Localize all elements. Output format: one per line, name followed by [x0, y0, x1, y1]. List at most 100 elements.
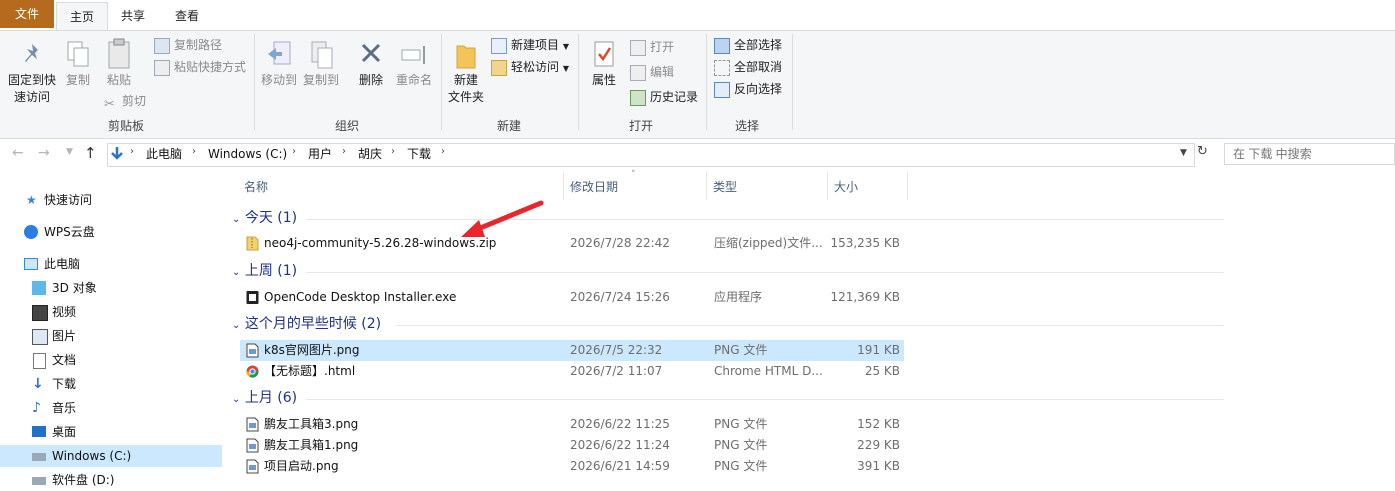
history-button[interactable]: 历史记录 [630, 87, 698, 107]
breadcrumb-downloads[interactable]: 下载 [407, 146, 431, 162]
nav-wps-cloud[interactable]: WPS云盘 [0, 221, 222, 243]
back-arrow-icon[interactable]: ← [12, 145, 24, 161]
new-item-icon [491, 37, 507, 54]
collapse-chevron-icon: ⌄ [232, 267, 241, 278]
column-header-name[interactable]: 名称 [244, 176, 268, 198]
file-row[interactable]: 鹏友工具箱3.png 2026/6/22 11:25 PNG 文件 152 KB [240, 414, 904, 435]
group-title: 上月 (6) [244, 390, 298, 406]
pin-label: 固定到快 速访问 [7, 73, 56, 104]
file-row[interactable]: 【无标题】.html 2026/7/2 11:07 Chrome HTML D.… [240, 361, 904, 382]
properties-button[interactable]: 属性 [584, 38, 624, 98]
dropdown-icon: ▼ [562, 42, 569, 51]
file-type: PNG 文件 [714, 438, 768, 452]
rename-button[interactable]: 重命名 [392, 38, 436, 98]
file-row[interactable]: OpenCode Desktop Installer.exe 2026/7/24… [240, 287, 904, 308]
new-folder-button[interactable]: 新建 文件夹 [445, 38, 487, 108]
edit-icon [630, 64, 646, 81]
group-header-today[interactable]: ⌄ 今天 (1) [232, 208, 297, 228]
move-to-label: 移动到 [260, 73, 297, 87]
image-file-icon [246, 438, 259, 453]
properties-label: 属性 [591, 73, 616, 87]
refresh-icon[interactable]: ↻ [1197, 144, 1208, 159]
file-size: 153,235 KB [830, 236, 900, 250]
file-type: PNG 文件 [714, 343, 768, 357]
cut-label: 剪切 [122, 94, 147, 108]
nav-label: WPS云盘 [44, 225, 95, 239]
address-dropdown-icon[interactable]: ▼ [1180, 148, 1187, 158]
paste-shortcut-button[interactable]: 粘贴快捷方式 [154, 57, 246, 77]
paste-icon [108, 38, 130, 69]
breadcrumb-windows-c[interactable]: Windows (C:) [208, 146, 287, 162]
tab-share[interactable]: 共享 [108, 2, 158, 30]
delete-button[interactable]: 删除 [352, 38, 390, 98]
file-row[interactable]: k8s官网图片.png 2026/7/5 22:32 PNG 文件 191 KB [240, 340, 904, 361]
breadcrumb-users[interactable]: 用户 [308, 146, 332, 162]
copy-path-button[interactable]: 复制路径 [154, 35, 222, 55]
copy-to-button[interactable]: 复制到 [300, 38, 342, 98]
tab-view[interactable]: 查看 [160, 2, 214, 30]
select-none-button[interactable]: 全部取消 [714, 57, 782, 77]
file-type: PNG 文件 [714, 459, 768, 473]
music-note-icon: ♪ [32, 400, 41, 416]
column-header-size[interactable]: 大小 [834, 176, 858, 198]
copy-button[interactable]: 复制 [62, 38, 94, 98]
group-divider-line [396, 325, 1224, 326]
breadcrumb-this-pc[interactable]: 此电脑 [146, 146, 182, 162]
select-all-button[interactable]: 全部选择 [714, 35, 782, 55]
new-folder-label: 新建 文件夹 [447, 73, 484, 104]
recent-dropdown-icon[interactable]: ▼ [66, 147, 73, 157]
nav-label: 此电脑 [44, 257, 81, 271]
move-to-icon [268, 41, 291, 65]
group-divider [706, 34, 707, 130]
nav-windows-c[interactable]: Windows (C:) [0, 445, 222, 467]
tab-home[interactable]: 主页 [56, 2, 108, 31]
edit-button[interactable]: 编辑 [630, 62, 674, 82]
group-header-last-month[interactable]: ⌄ 上月 (6) [232, 388, 297, 408]
group-divider-line [306, 219, 1224, 220]
collapse-chevron-icon: ⌄ [232, 394, 241, 405]
new-item-button[interactable]: 新建项目 ▼ [491, 35, 569, 55]
group-divider-line [306, 399, 1224, 400]
search-input[interactable] [1224, 143, 1395, 165]
delete-label: 删除 [358, 73, 383, 87]
nav-label: Windows (C:) [52, 449, 132, 463]
file-row[interactable]: 项目启动.png 2026/6/21 14:59 PNG 文件 391 KB [240, 456, 904, 477]
file-row[interactable]: 鹏友工具箱1.png 2026/6/22 11:24 PNG 文件 229 KB [240, 435, 904, 456]
nav-documents[interactable]: 文档 [0, 349, 222, 371]
drive-icon [32, 453, 46, 461]
nav-pictures[interactable]: 图片 [0, 325, 222, 347]
paste-shortcut-label: 粘贴快捷方式 [174, 60, 247, 74]
cube-icon [32, 281, 46, 295]
nav-this-pc[interactable]: 此电脑 [0, 253, 222, 275]
nav-videos[interactable]: 视频 [0, 301, 222, 323]
file-type: 应用程序 [714, 290, 763, 304]
breadcrumb-user[interactable]: 胡庆 [358, 146, 382, 162]
copy-to-icon [311, 41, 333, 69]
group-header-last-week[interactable]: ⌄ 上周 (1) [232, 261, 297, 281]
nav-quick-access[interactable]: ★ 快速访问 [0, 189, 222, 211]
zip-file-icon [246, 236, 259, 251]
cut-button[interactable]: ✂ 剪切 [104, 91, 147, 112]
nav-software-d[interactable]: 软件盘 (D:) [0, 469, 222, 491]
file-size: 121,369 KB [830, 290, 900, 304]
paste-button[interactable]: 粘贴 [102, 36, 136, 96]
open-button[interactable]: 打开 [630, 37, 674, 57]
nav-desktop[interactable]: 桌面 [0, 421, 222, 443]
up-arrow-icon[interactable]: ↑ [84, 144, 97, 162]
column-header-type[interactable]: 类型 [713, 176, 737, 198]
group-header-earlier-this-month[interactable]: ⌄ 这个月的早些时候 (2) [232, 314, 381, 334]
nav-music[interactable]: ♪ 音乐 [0, 397, 222, 419]
nav-3d-objects[interactable]: 3D 对象 [0, 277, 222, 299]
pin-quick-access-button[interactable]: 固定到快 速访问 [4, 38, 60, 108]
nav-downloads[interactable]: ↓ 下载 [0, 373, 222, 395]
invert-selection-button[interactable]: 反向选择 [714, 79, 782, 99]
column-header-date[interactable]: 修改日期 [570, 176, 618, 198]
move-to-button[interactable]: 移动到 [258, 38, 300, 98]
easy-access-button[interactable]: 轻松访问 ▼ [491, 57, 569, 77]
file-row[interactable]: neo4j-community-5.26.28-windows.zip 2026… [240, 233, 904, 254]
forward-arrow-icon[interactable]: → [38, 145, 50, 161]
group-title: 这个月的早些时候 (2) [244, 316, 382, 332]
organize-group-label: 组织 [334, 119, 359, 133]
group-title: 今天 (1) [244, 210, 298, 226]
tab-file[interactable]: 文件 [0, 0, 54, 28]
